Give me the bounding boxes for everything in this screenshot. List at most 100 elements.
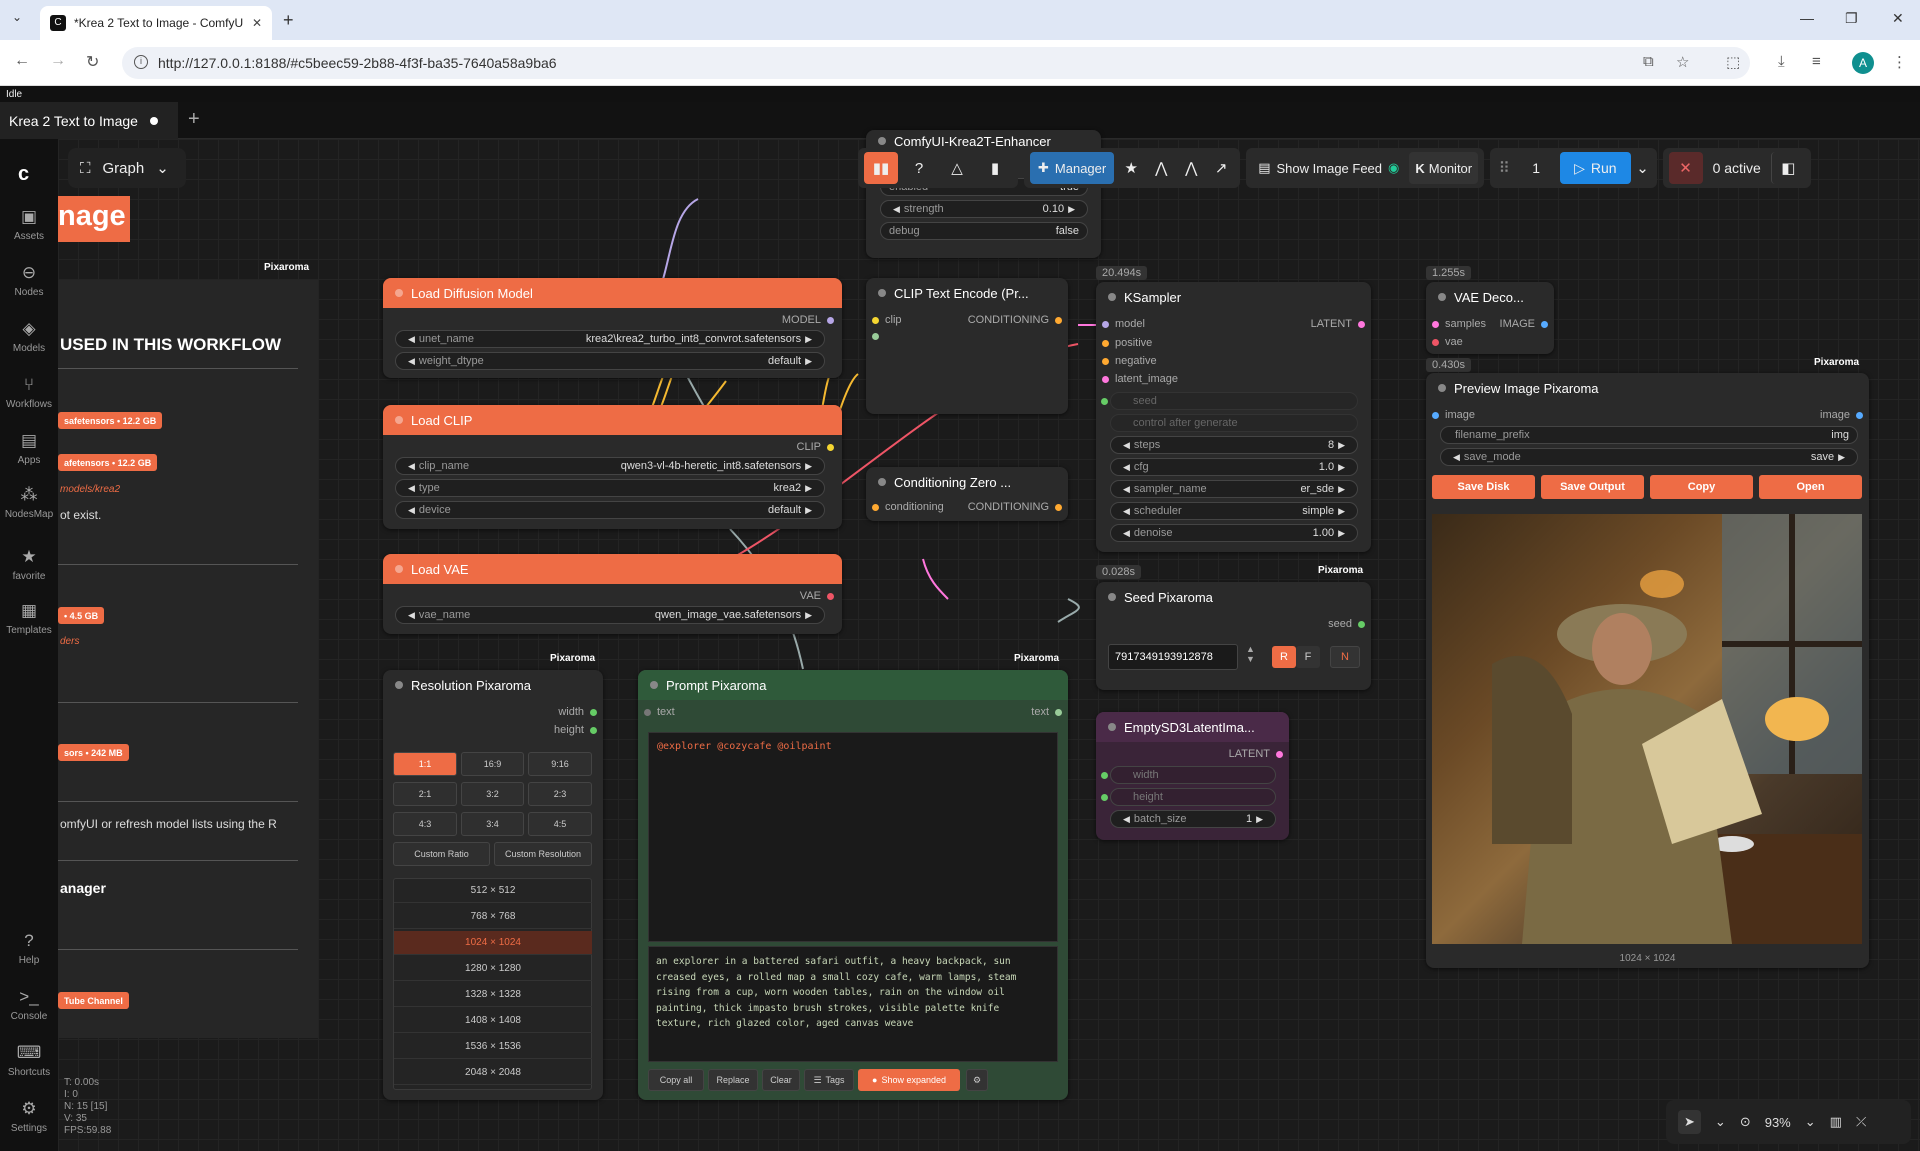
input-positive[interactable]: positive: [1102, 337, 1152, 349]
select-pointer-icon[interactable]: ➤: [1678, 1110, 1701, 1134]
browser-tab[interactable]: C *Krea 2 Text to Image - ComfyU ✕: [40, 6, 272, 40]
output-text[interactable]: text: [1031, 706, 1062, 718]
graph-menu-button[interactable]: ⛶ Graph ⌄: [68, 148, 186, 188]
strength-slider[interactable]: ◀ strength 0.10 ▶: [880, 200, 1088, 218]
bookmark-icon[interactable]: ▮: [978, 152, 1012, 184]
input-latent-image[interactable]: latent_image: [1102, 373, 1178, 385]
copy-all-button[interactable]: Copy all: [648, 1069, 704, 1091]
output-width[interactable]: width: [558, 706, 597, 718]
krea-icon[interactable]: △: [940, 152, 974, 184]
cfg-field[interactable]: ◀ cfg 1.0 ▶: [1110, 458, 1358, 476]
control-after-generate[interactable]: control after generate: [1110, 414, 1358, 432]
node-seed-pixaroma[interactable]: Seed Pixaroma seed 791734919391287​8 ▲ ▼ …: [1096, 582, 1371, 690]
output-model[interactable]: MODEL: [782, 314, 834, 326]
node-empty-latent[interactable]: EmptySD3LatentIma... LATENT width height…: [1096, 712, 1289, 840]
ratio-4-5[interactable]: 4:5: [528, 812, 592, 836]
show-image-feed-button[interactable]: ▤ Show Image Feed ◉: [1252, 152, 1405, 184]
workflow-tab[interactable]: Krea 2 Text to Image: [0, 102, 178, 139]
node-vae-decode[interactable]: VAE Deco... samples IMAGE vae: [1426, 282, 1554, 354]
triangle-icon[interactable]: ⋀: [1148, 152, 1174, 184]
profile-avatar[interactable]: A: [1852, 52, 1874, 74]
sidebar-item-models[interactable]: ◈ Models: [0, 319, 58, 354]
tags-button[interactable]: ☰ Tags: [804, 1069, 854, 1091]
node-resolution-pixaroma[interactable]: Resolution Pixaroma width height 1:1 16:…: [383, 670, 603, 1100]
ratio-2-1[interactable]: 2:1: [393, 782, 457, 806]
seed-field[interactable]: seed: [1101, 392, 1358, 410]
input-negative[interactable]: negative: [1102, 355, 1157, 367]
forward-icon[interactable]: →: [50, 52, 66, 70]
preview-image[interactable]: [1432, 514, 1862, 944]
cancel-icon[interactable]: ✕: [1668, 152, 1703, 184]
debug-toggle[interactable]: debug false: [880, 222, 1088, 240]
ratio-9-16[interactable]: 9:16: [528, 752, 592, 776]
minimap-icon[interactable]: ▥: [1830, 1114, 1842, 1130]
input-text[interactable]: text: [644, 706, 675, 718]
chevron-down-icon[interactable]: ⌄: [1805, 1114, 1816, 1130]
random-button[interactable]: R: [1272, 646, 1296, 668]
downloads-icon[interactable]: ⤓: [1778, 53, 1785, 70]
size-option[interactable]: 1280 × 1280: [394, 957, 592, 981]
sidebar-item-workflows[interactable]: ⑂ Workflows: [0, 375, 58, 410]
input-text[interactable]: [872, 333, 879, 340]
pixaroma-menu-icon[interactable]: ▮▮: [864, 152, 898, 184]
size-option[interactable]: 1408 × 1408: [394, 1009, 592, 1033]
input-vae[interactable]: vae: [1432, 336, 1463, 348]
custom-ratio-button[interactable]: Custom Ratio: [393, 842, 490, 866]
run-options-chevron-icon[interactable]: ⌄: [1635, 152, 1651, 184]
sidebar-item-apps[interactable]: ▤ Apps: [0, 431, 58, 466]
sidebar-item-nodesmap[interactable]: ⁂ NodesMap: [0, 485, 58, 520]
ratio-4-3[interactable]: 4:3: [393, 812, 457, 836]
sidebar-item-shortcuts[interactable]: ⌨ Shortcuts: [0, 1043, 58, 1078]
sidebar-item-settings[interactable]: ⚙ Settings: [0, 1099, 58, 1134]
size-option[interactable]: 1328 × 1328: [394, 983, 592, 1007]
seed-stepper-icon[interactable]: ▲ ▼: [1246, 644, 1255, 664]
extensions-icon[interactable]: ⬚: [1726, 53, 1740, 71]
active-queue-count[interactable]: 0 active: [1707, 152, 1767, 184]
bookmark-star-icon[interactable]: ☆: [1676, 53, 1689, 71]
output-vae[interactable]: VAE: [800, 590, 834, 602]
sidebar-item-favorite[interactable]: ★ favorite: [0, 547, 58, 582]
clip-type-combo[interactable]: ◀ type krea2 ▶: [395, 479, 825, 497]
copy-button[interactable]: Copy: [1650, 475, 1753, 499]
fixed-button[interactable]: F: [1296, 646, 1320, 668]
chevron-down-icon[interactable]: ⌄: [1715, 1114, 1726, 1130]
reload-icon[interactable]: ↻: [86, 52, 99, 72]
size-option[interactable]: 768 × 768: [394, 905, 592, 929]
open-button[interactable]: Open: [1759, 475, 1862, 499]
triangle-alt-icon[interactable]: ⋀: [1178, 152, 1204, 184]
sidebar-item-help[interactable]: ? Help: [0, 931, 58, 966]
save-mode-combo[interactable]: ◀ save_mode save ▶: [1440, 448, 1858, 466]
batch-size-field[interactable]: ◀ batch_size 1 ▶: [1110, 810, 1276, 828]
sidebar-item-templates[interactable]: ▦ Templates: [0, 601, 58, 636]
node-load-diffusion-model[interactable]: Load Diffusion Model MODEL ◀ unet_name kre…: [383, 278, 842, 378]
node-clip-text-encode[interactable]: CLIP Text Encode (Pr... clip CONDITIONIN…: [866, 278, 1068, 414]
size-option[interactable]: 512 × 512: [394, 879, 592, 903]
input-clip[interactable]: clip: [872, 314, 902, 326]
media-icon[interactable]: ≡: [1812, 53, 1821, 70]
hide-links-icon[interactable]: ⤫: [1856, 1114, 1866, 1130]
input-conditioning[interactable]: conditioning: [872, 501, 944, 513]
custom-resolution-button[interactable]: Custom Resolution: [494, 842, 592, 866]
output-image[interactable]: image: [1820, 409, 1863, 421]
node-prompt-pixaroma[interactable]: Prompt Pixaroma text text @explorer @coz…: [638, 670, 1068, 1100]
zoom-level[interactable]: 93%: [1765, 1115, 1791, 1130]
output-conditioning[interactable]: CONDITIONING: [968, 314, 1062, 326]
new-tab-icon[interactable]: +: [283, 10, 294, 31]
output-conditioning[interactable]: CONDITIONING: [968, 501, 1062, 513]
replace-button[interactable]: Replace: [708, 1069, 758, 1091]
steps-field[interactable]: ◀ steps 8 ▶: [1110, 436, 1358, 454]
sidebar-item-assets[interactable]: ▣ Assets: [0, 207, 58, 242]
back-icon[interactable]: ←: [14, 52, 30, 70]
seed-value-input[interactable]: 791734919391287​8: [1108, 644, 1238, 670]
star-icon[interactable]: ★: [1118, 152, 1144, 184]
restore-icon[interactable]: ❐: [1845, 10, 1858, 27]
ratio-16-9[interactable]: 16:9: [461, 752, 524, 776]
help-icon[interactable]: ?: [902, 152, 936, 184]
sidebar-item-nodes[interactable]: ⊖ Nodes: [0, 263, 58, 298]
sampler-name-combo[interactable]: ◀ sampler_name er_sde ▶: [1110, 480, 1358, 498]
filename-prefix-field[interactable]: filename_prefix img: [1440, 426, 1858, 444]
site-info-icon[interactable]: i: [134, 55, 148, 69]
ratio-1-1[interactable]: 1:1: [393, 752, 457, 776]
scheduler-combo[interactable]: ◀ scheduler simple ▶: [1110, 502, 1358, 520]
output-clip[interactable]: CLIP: [797, 441, 834, 453]
